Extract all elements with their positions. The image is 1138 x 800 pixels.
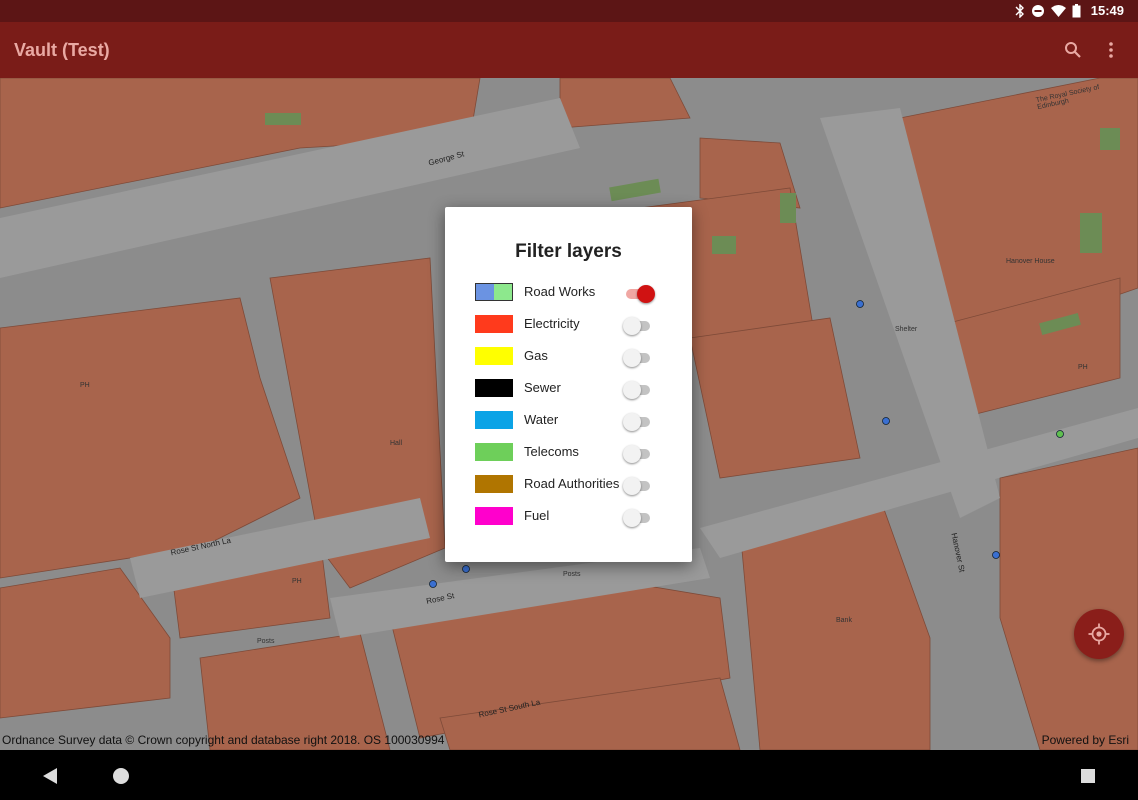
layer-swatch [475, 347, 513, 365]
home-icon [113, 768, 129, 784]
layer-swatch [475, 507, 513, 525]
home-button[interactable] [110, 765, 132, 787]
layer-label: Telecoms [524, 444, 579, 459]
layer-swatch [475, 379, 513, 397]
building-label-hall: Hall [390, 440, 403, 447]
app-bar: Vault (Test) [0, 22, 1138, 78]
layer-swatch [475, 283, 513, 301]
road-works-toggle[interactable] [623, 285, 655, 303]
layer-row-water: Water [475, 409, 675, 431]
building-label-ph: PH [80, 382, 90, 389]
layer-label: Road Authorities [524, 476, 620, 491]
building-label-posts: Posts [563, 571, 581, 578]
map-attribution: Ordnance Survey data © Crown copyright a… [2, 733, 445, 747]
do-not-disturb-icon [1031, 4, 1045, 18]
app-title: Vault (Test) [14, 40, 110, 60]
layer-row-road-works: Road Works [475, 281, 675, 303]
bluetooth-icon [1015, 3, 1025, 18]
layer-label: Fuel [524, 508, 550, 523]
more-vert-icon [1109, 42, 1113, 58]
layer-label: Electricity [524, 316, 580, 331]
filter-layers-dialog: Filter layers Road Works Electricity Gas… [445, 207, 692, 562]
layer-row-telecoms: Telecoms [475, 441, 675, 463]
layer-swatch [475, 411, 513, 429]
layer-label: Water [524, 412, 559, 427]
search-icon [1065, 42, 1081, 58]
status-time: 15:49 [1090, 3, 1124, 18]
building-label-ph: PH [1078, 364, 1088, 371]
gas-toggle[interactable] [623, 349, 653, 367]
wifi-icon [1050, 4, 1066, 17]
building-label-posts: Posts [257, 638, 275, 645]
layer-swatch [475, 315, 513, 333]
back-icon [43, 768, 57, 784]
telecoms-toggle[interactable] [623, 445, 653, 463]
building-label-hanover-house: Hanover House [1006, 258, 1055, 265]
system-nav-bar [0, 750, 1138, 800]
back-button[interactable] [39, 765, 61, 787]
powered-by-esri[interactable]: Powered by Esri [1042, 733, 1129, 747]
layer-row-fuel: Fuel [475, 505, 675, 527]
layer-label: Road Works [524, 284, 596, 299]
layer-swatch [475, 475, 513, 493]
my-location-button[interactable] [1074, 609, 1124, 659]
status-bar: 15:49 [0, 0, 1138, 22]
building-label-bank: Bank [836, 617, 852, 624]
fuel-toggle[interactable] [623, 509, 653, 527]
layer-row-electricity: Electricity [475, 313, 675, 335]
recents-icon [1081, 769, 1095, 783]
building-label-shelter: Shelter [895, 326, 918, 333]
layer-label: Sewer [524, 380, 561, 395]
layer-row-sewer: Sewer [475, 377, 675, 399]
sewer-toggle[interactable] [623, 381, 653, 399]
electricity-toggle[interactable] [623, 317, 653, 335]
layer-row-gas: Gas [475, 345, 675, 367]
layer-label: Gas [524, 348, 548, 363]
building-label-ph: PH [292, 578, 302, 585]
layer-swatch [475, 443, 513, 461]
water-toggle[interactable] [623, 413, 653, 431]
layer-row-road-authorities: Road Authorities [475, 473, 675, 495]
search-button[interactable] [1057, 34, 1089, 66]
road-authorities-toggle[interactable] [623, 477, 653, 495]
status-icons: 15:49 [1015, 3, 1124, 18]
dialog-title: Filter layers [515, 241, 622, 262]
overflow-menu-button[interactable] [1095, 34, 1127, 66]
battery-icon [1072, 3, 1081, 18]
recents-button[interactable] [1077, 765, 1099, 787]
my-location-icon [1088, 623, 1110, 645]
